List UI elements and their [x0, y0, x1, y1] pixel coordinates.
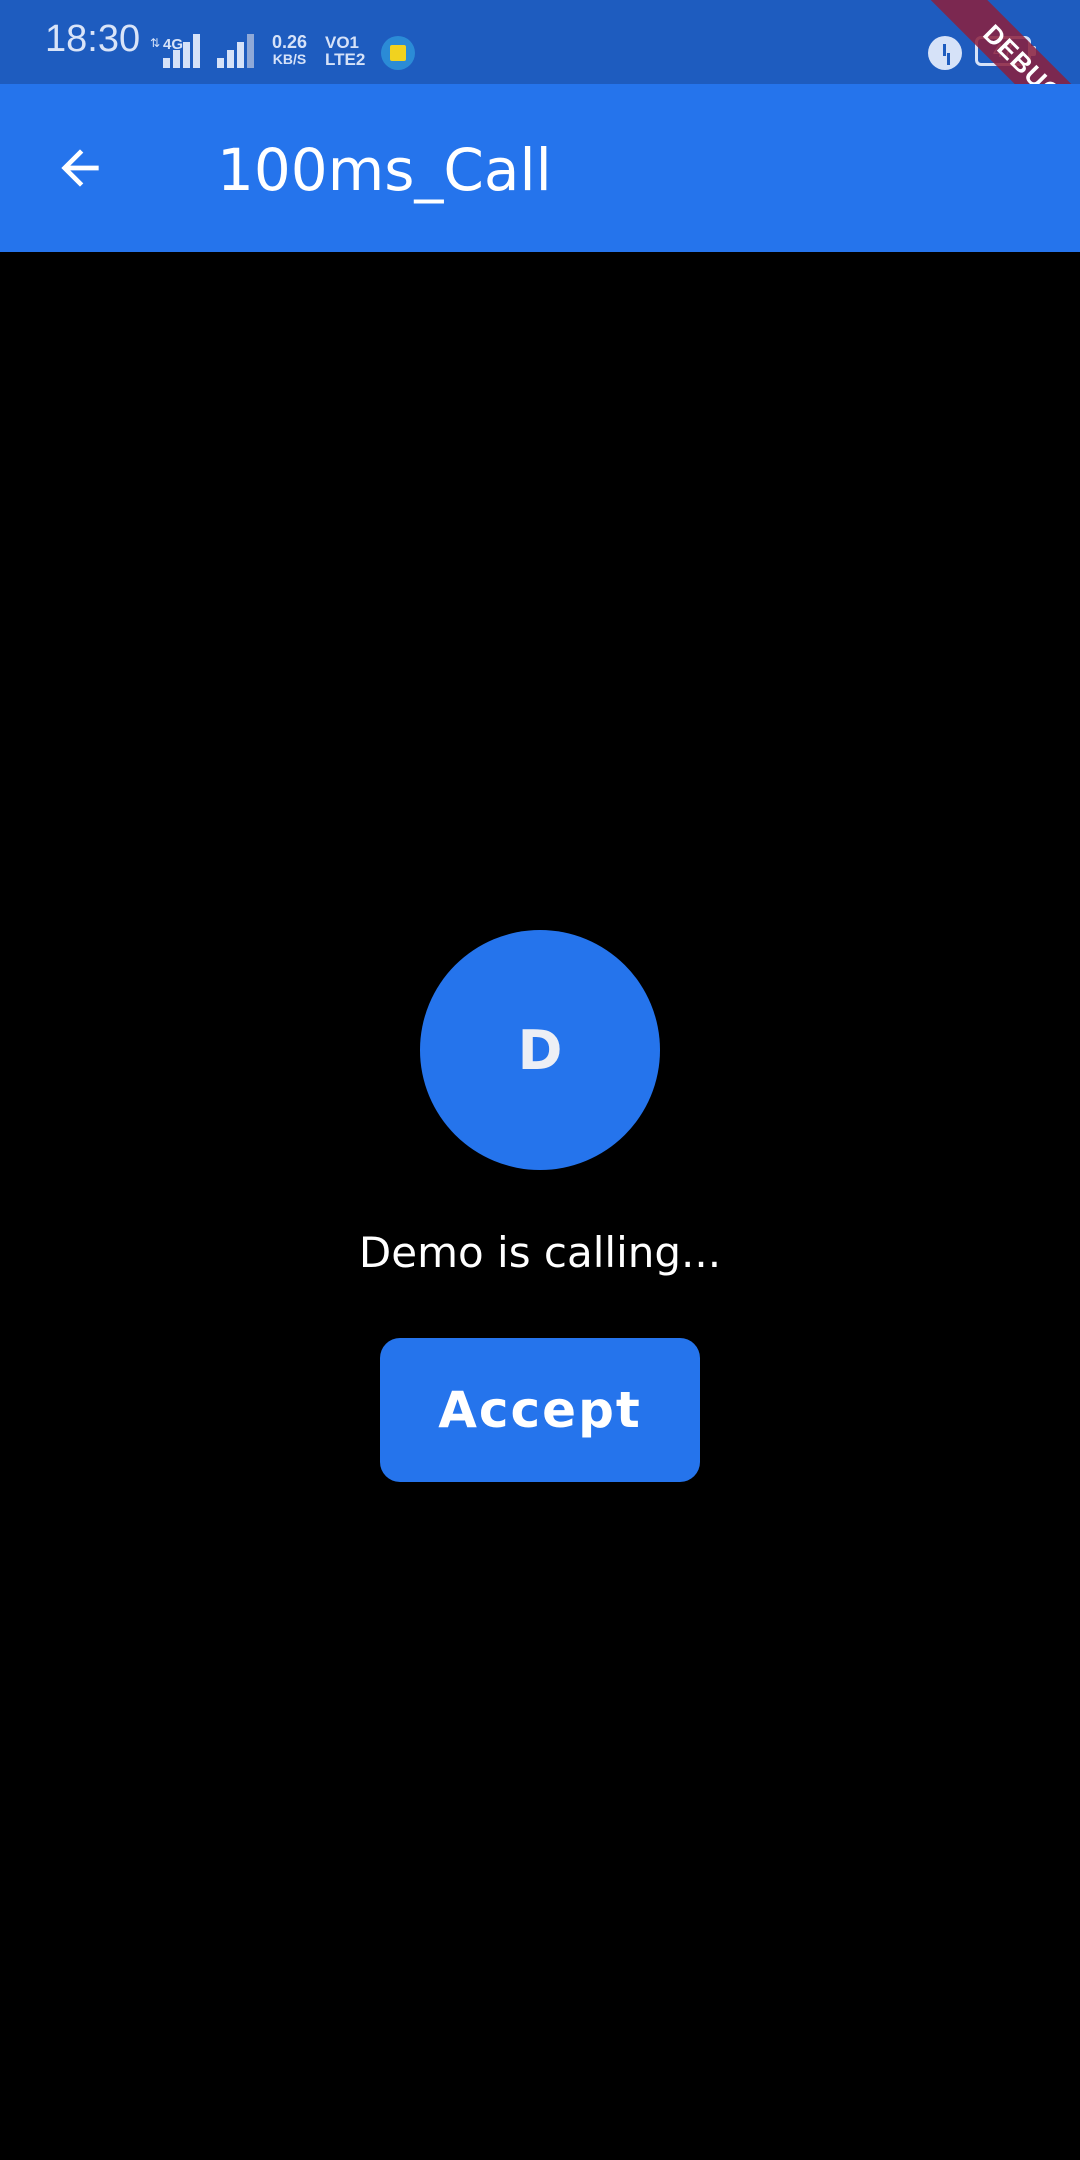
volte-indicator: VO1 LTE2 — [325, 34, 365, 68]
battery-icon: 47 — [975, 36, 1036, 66]
alarm-icon — [928, 36, 962, 70]
signal-1-icon — [163, 34, 200, 68]
caller-avatar: D — [420, 930, 660, 1170]
network-speed-value: 0.26 — [272, 32, 308, 52]
app-notification-icon — [381, 36, 415, 70]
data-activity-icon: ⇅ — [150, 36, 161, 50]
volte-top: VO1 — [325, 33, 360, 52]
signal-2-icon — [217, 34, 254, 68]
arrow-back-icon — [61, 149, 99, 187]
back-button[interactable] — [40, 128, 120, 208]
network-speed-unit: KB/S — [272, 51, 307, 67]
accept-button[interactable]: Accept — [380, 1338, 700, 1482]
app-bar: 100ms_Call — [0, 84, 1080, 252]
calling-status-text: Demo is calling... — [358, 1228, 722, 1277]
status-bar: 18:30 ⇅ 4G 0.26 KB/S VO1 LTE2 47 — [0, 0, 1080, 84]
battery-level: 47 — [992, 41, 1014, 61]
page-title: 100ms_Call — [217, 136, 552, 204]
volte-bottom: LTE2 — [325, 50, 366, 69]
avatar-initial: D — [517, 1018, 563, 1082]
status-time: 18:30 — [45, 18, 141, 60]
network-speed: 0.26 KB/S — [272, 32, 308, 68]
